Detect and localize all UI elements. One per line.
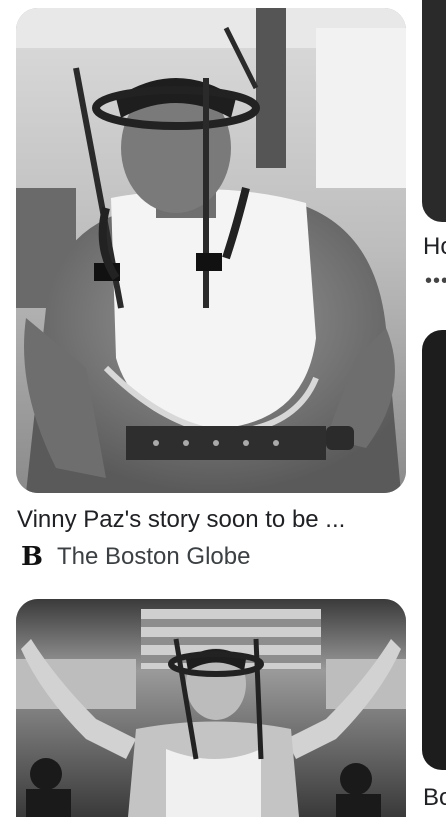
result-source[interactable]: B The Boston Globe bbox=[17, 541, 250, 573]
side-result-title-2[interactable]: Bo bbox=[423, 784, 446, 812]
boston-globe-logo-icon: B bbox=[21, 542, 43, 572]
result-thumbnail[interactable] bbox=[16, 8, 406, 493]
more-dots-icon: ••• bbox=[425, 270, 446, 292]
source-name: The Boston Globe bbox=[57, 543, 251, 570]
side-result-thumbnail-1[interactable] bbox=[422, 0, 446, 222]
side-result-thumbnail-2[interactable] bbox=[422, 330, 446, 770]
photo-man-in-halo-brace-icon bbox=[16, 8, 406, 493]
photo-man-arms-raised-halo-icon bbox=[16, 599, 406, 817]
image-results-page: Vinny Paz's story soon to be ... B The B… bbox=[0, 0, 446, 817]
result-title[interactable]: Vinny Paz's story soon to be ... bbox=[17, 505, 397, 535]
result-thumbnail-2[interactable] bbox=[16, 599, 406, 817]
result-card[interactable] bbox=[16, 8, 408, 493]
side-result-title-1[interactable]: Ho bbox=[423, 233, 446, 261]
